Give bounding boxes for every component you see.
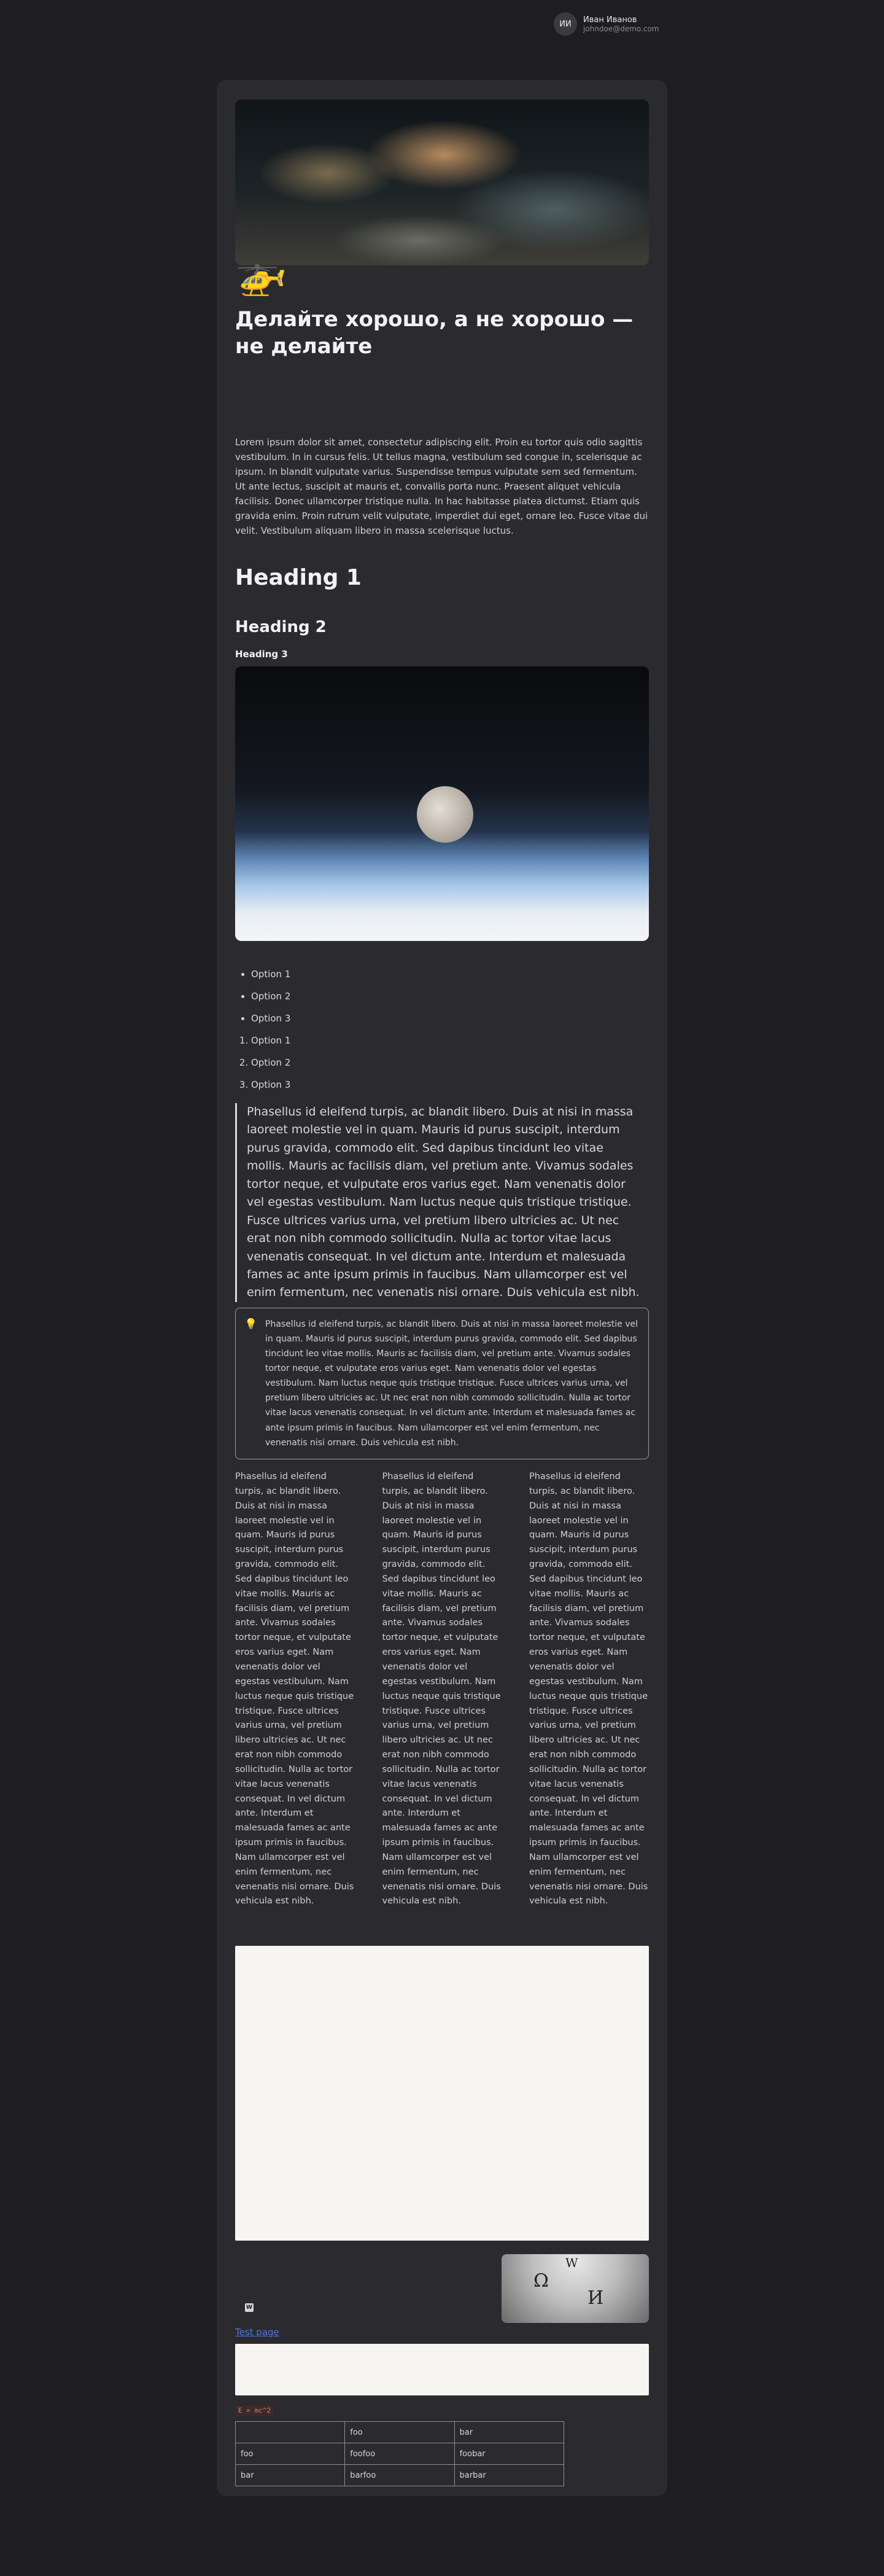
- column-text: Phasellus id eleifend turpis, ac blandit…: [382, 1472, 501, 1907]
- table-row: bar barfoo barbar: [235, 2464, 565, 2486]
- column-text: Phasellus id eleifend turpis, ac blandit…: [529, 1472, 648, 1907]
- callout: 💡 Phasellus id eleifend turpis, ac bland…: [235, 1308, 649, 1459]
- user-email: johndoe@demo.com: [583, 24, 659, 33]
- wikipedia-favicon-icon: W: [245, 2303, 254, 2312]
- table-cell: barfoo: [344, 2464, 455, 2486]
- list-item: Option 2: [251, 985, 665, 1007]
- heading-1: Heading 1: [235, 565, 362, 590]
- callout-text: Phasellus id eleifend turpis, ac blandit…: [265, 1319, 638, 1448]
- table-cell: foo: [235, 2443, 346, 2465]
- numbered-list: Option 1 Option 2 Option 3: [235, 1029, 665, 1096]
- user-info: Иван Иванов johndoe@demo.com: [583, 15, 659, 33]
- avatar[interactable]: ИИ: [554, 12, 577, 36]
- wikipedia-globe-thumbnail: Ω И W: [502, 2254, 649, 2323]
- list-item: Option 3: [251, 1074, 665, 1096]
- paragraph: Lorem ipsum dolor sit amet, consectetur …: [235, 437, 648, 536]
- table-cell: foofoo: [344, 2443, 455, 2465]
- column-text: Phasellus id eleifend turpis, ac blandit…: [235, 1472, 354, 1907]
- bookmark-card[interactable]: W Ω И W: [235, 2254, 649, 2323]
- heading-2: Heading 2: [235, 618, 327, 636]
- column-layout: Phasellus id eleifend turpis, ac blandit…: [235, 1470, 649, 1909]
- list-item: Option 2: [251, 1052, 665, 1074]
- user-name: Иван Иванов: [583, 15, 637, 25]
- thumb-glyph: И: [587, 2287, 604, 2309]
- list-item: Option 3: [251, 1007, 665, 1029]
- table-cell: barbar: [454, 2464, 565, 2486]
- list-item: Option 1: [251, 963, 665, 985]
- inline-equation: E = mc^2: [235, 2405, 274, 2416]
- table-cell: foo: [344, 2421, 455, 2443]
- page-card: 🚁 Делайте хорошо, а не хорошо — не делай…: [217, 80, 667, 2496]
- table-row: foo bar: [235, 2421, 565, 2443]
- test-page-link[interactable]: Test page: [235, 2327, 649, 2338]
- earth-moon-image: [235, 666, 649, 941]
- thumb-glyph: Ω: [533, 2270, 549, 2292]
- embed-frame[interactable]: [235, 1946, 649, 2241]
- thumb-glyph: W: [565, 2255, 578, 2270]
- lightbulb-icon: 💡: [244, 1318, 258, 1330]
- page-title: Делайте хорошо, а не хорошо — не делайте: [235, 307, 634, 359]
- list-item: Option 1: [251, 1029, 665, 1052]
- heading-3: Heading 3: [235, 649, 288, 660]
- table-cell: foobar: [454, 2443, 565, 2465]
- data-table: foo bar foo foofoo foobar bar barfoo bar…: [235, 2421, 565, 2486]
- table-cell: bar: [454, 2421, 565, 2443]
- user-chip[interactable]: ИИ Иван Иванов johndoe@demo.com: [554, 12, 659, 36]
- moon-shape: [417, 786, 473, 843]
- cover-image: [235, 100, 649, 265]
- blockquote: Phasellus id eleifend turpis, ac blandit…: [235, 1103, 645, 1302]
- embed-frame-small[interactable]: [235, 2344, 649, 2395]
- table-cell: [235, 2421, 346, 2443]
- table-cell: bar: [235, 2464, 346, 2486]
- page-icon: 🚁: [235, 249, 287, 298]
- bulleted-list: Option 1 Option 2 Option 3: [235, 963, 665, 1029]
- table-row: foo foofoo foobar: [235, 2443, 565, 2465]
